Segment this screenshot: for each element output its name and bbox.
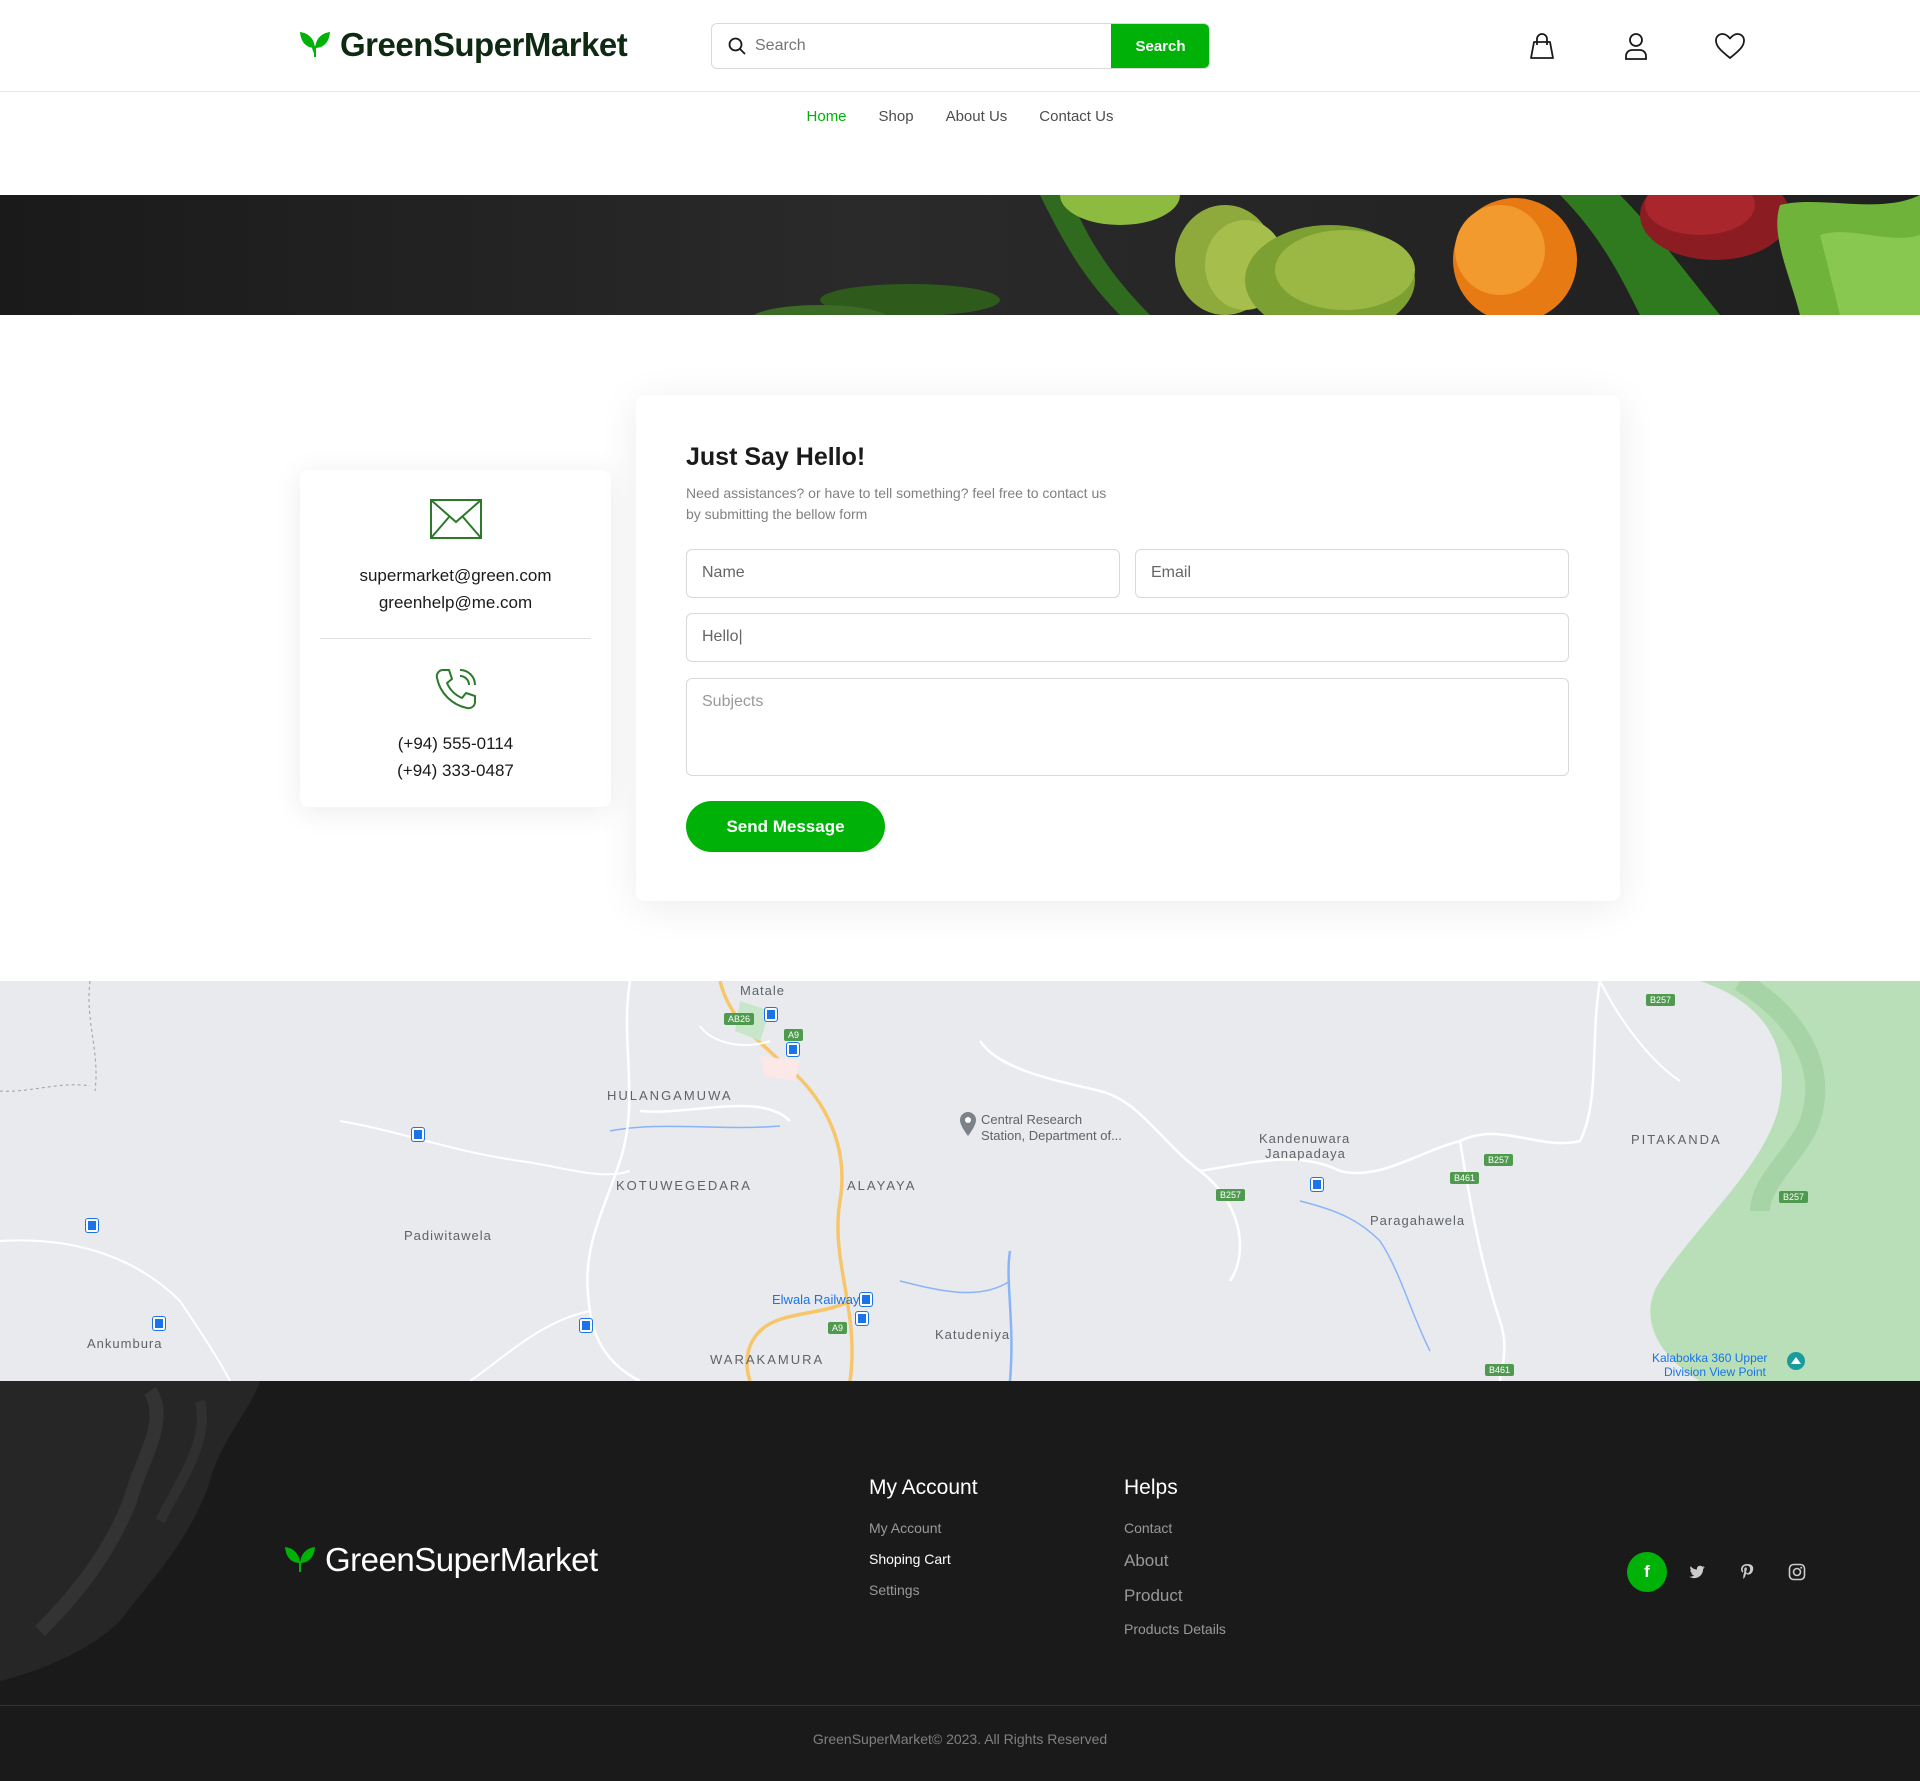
map-label-kandenuwara-2: Janapadaya (1265, 1146, 1346, 1161)
shopping-bag-icon[interactable] (1526, 29, 1558, 63)
brand-name: GreenSuperMarket (340, 26, 628, 63)
map-label-katudeniya: Katudeniya (935, 1327, 1011, 1342)
contact-phone-primary[interactable]: (+94) 555-0114 (300, 730, 611, 757)
map-label-kalabokka-2: Division View Point (1664, 1365, 1766, 1379)
bus-stop-icon[interactable] (856, 1312, 868, 1325)
bus-stop-icon[interactable] (1311, 1178, 1323, 1191)
phone-icon (433, 666, 479, 717)
twitter-icon[interactable] (1677, 1552, 1717, 1592)
footer-link-products-details[interactable]: Products Details (1124, 1621, 1226, 1637)
footer-brush-decoration (0, 1381, 260, 1681)
name-field[interactable]: Name (686, 549, 1120, 598)
envelope-icon (429, 498, 483, 545)
vegetables-illustration (754, 195, 1920, 315)
map-label-matale: Matale (740, 983, 786, 998)
map-label-padiwitawela: Padiwitawela (404, 1228, 492, 1243)
search-button[interactable]: Search (1111, 24, 1209, 68)
leaf-icon (298, 28, 332, 63)
footer-helps: Helps Contact About Product Products Det… (1124, 1476, 1226, 1652)
heart-icon[interactable] (1714, 29, 1746, 63)
form-title: Just Say Hello! (686, 443, 866, 471)
hero-banner-image (0, 195, 1920, 315)
footer-link-product[interactable]: Product (1124, 1586, 1226, 1606)
contact-email-primary[interactable]: supermarket@green.com (300, 562, 611, 589)
footer-heading-helps: Helps (1124, 1476, 1178, 1499)
map-label-kalabokka-1: Kalabokka 360 Upper (1652, 1351, 1768, 1365)
map-label-central-research-2: Station, Department of... (981, 1128, 1122, 1143)
bus-stop-icon[interactable] (787, 1043, 799, 1056)
footer-brand-logo[interactable]: GreenSuperMarket (283, 1541, 598, 1579)
footer-link-shopping-cart[interactable]: Shoping Cart (869, 1551, 978, 1567)
email-field[interactable]: Email (1135, 549, 1569, 598)
nav-item-home[interactable]: Home (807, 108, 847, 125)
footer-link-my-account[interactable]: My Account (869, 1520, 978, 1536)
header-actions (1526, 29, 1746, 63)
search-input[interactable] (755, 24, 1105, 68)
road-badge-a9-top: A9 (784, 1029, 804, 1041)
main-nav: Home Shop About Us Contact Us (0, 108, 1920, 126)
nav-item-about[interactable]: About Us (946, 108, 1008, 125)
search-icon (728, 37, 746, 60)
site-footer: GreenSuperMarket My Account My Account S… (0, 1381, 1920, 1781)
pinterest-icon[interactable] (1727, 1552, 1767, 1592)
map-label-kotuwegedara: KOTUWEGEDARA (616, 1178, 752, 1193)
contact-form-card: Just Say Hello! Need assistances? or hav… (636, 395, 1620, 901)
form-description-line-1: Need assistances? or have to tell someth… (686, 485, 1107, 501)
form-description-line-2: by submitting the bellow form (686, 506, 868, 522)
footer-divider (0, 1705, 1920, 1706)
map-label-warakamura: WARAKAMURA (710, 1352, 825, 1367)
map-label-alayaya: ALAYAYA (847, 1178, 917, 1193)
footer-link-contact[interactable]: Contact (1124, 1520, 1226, 1536)
site-header: GreenSuperMarket Search (0, 0, 1920, 92)
instagram-icon[interactable] (1777, 1552, 1817, 1592)
map-label-hulangamuwa: HULANGAMUWA (607, 1088, 733, 1103)
footer-brand-name: GreenSuperMarket (325, 1541, 598, 1578)
road-badge-b257-2: B257 (1484, 1154, 1514, 1166)
road-badge-b257-4: B257 (1779, 1191, 1809, 1203)
contact-phone-secondary[interactable]: (+94) 333-0487 (300, 757, 611, 784)
viewpoint-icon[interactable] (1786, 1351, 1806, 1376)
card-divider (320, 638, 591, 639)
subjects-field[interactable]: Subjects (686, 678, 1569, 776)
contact-info-card: supermarket@green.com greenhelp@me.com (… (300, 470, 611, 807)
bus-stop-icon[interactable] (765, 1008, 777, 1021)
facebook-icon[interactable]: f (1627, 1552, 1667, 1592)
road-badge-b461-2: B461 (1485, 1364, 1515, 1376)
footer-link-about[interactable]: About (1124, 1551, 1226, 1571)
road-badge-ab26: AB26 (724, 1013, 755, 1025)
map-label-paragahawela: Paragahawela (1370, 1213, 1466, 1228)
send-message-button[interactable]: Send Message (686, 801, 885, 852)
map-label-pitakanda: PITAKANDA (1631, 1132, 1722, 1147)
map-label-central-research-1: Central Research (981, 1112, 1083, 1127)
road-badge-a9-bottom: A9 (828, 1322, 848, 1334)
form-description: Need assistances? or have to tell someth… (686, 483, 1166, 525)
footer-link-settings[interactable]: Settings (869, 1582, 978, 1598)
map-label-ankumbura: Ankumbura (87, 1336, 163, 1351)
user-icon[interactable] (1620, 29, 1652, 63)
map-label-kandenuwara-1: Kandenuwara (1259, 1131, 1351, 1146)
road-badge-b257-1: B257 (1216, 1189, 1246, 1201)
footer-my-account: My Account My Account Shoping Cart Setti… (869, 1476, 978, 1613)
footer-heading-my-account: My Account (869, 1476, 978, 1499)
map-roads (0, 981, 1920, 1381)
search-bar: Search (711, 23, 1210, 69)
map-pin-icon[interactable] (958, 1111, 978, 1142)
bus-stop-icon[interactable] (153, 1317, 165, 1330)
leaf-icon (283, 1543, 317, 1578)
road-badge-b257-3: B257 (1646, 994, 1676, 1006)
location-map[interactable]: Matale HULANGAMUWA KOTUWEGEDARA ALAYAYA … (0, 981, 1920, 1381)
message-title-field[interactable]: Hello| (686, 613, 1569, 662)
bus-stop-icon[interactable] (860, 1293, 872, 1306)
copyright-text: GreenSuperMarket© 2023. All Rights Reser… (812, 1731, 1108, 1747)
brand-logo[interactable]: GreenSuperMarket (298, 26, 628, 64)
map-label-elwala-railway: Elwala Railway (772, 1292, 860, 1307)
bus-stop-icon[interactable] (412, 1128, 424, 1141)
contact-email-secondary[interactable]: greenhelp@me.com (300, 589, 611, 616)
nav-item-shop[interactable]: Shop (879, 108, 914, 125)
nav-item-contact[interactable]: Contact Us (1039, 108, 1113, 125)
social-links: f (1627, 1552, 1817, 1592)
bus-stop-icon[interactable] (86, 1219, 98, 1232)
road-badge-b461-1: B461 (1450, 1172, 1480, 1184)
bus-stop-icon[interactable] (580, 1319, 592, 1332)
